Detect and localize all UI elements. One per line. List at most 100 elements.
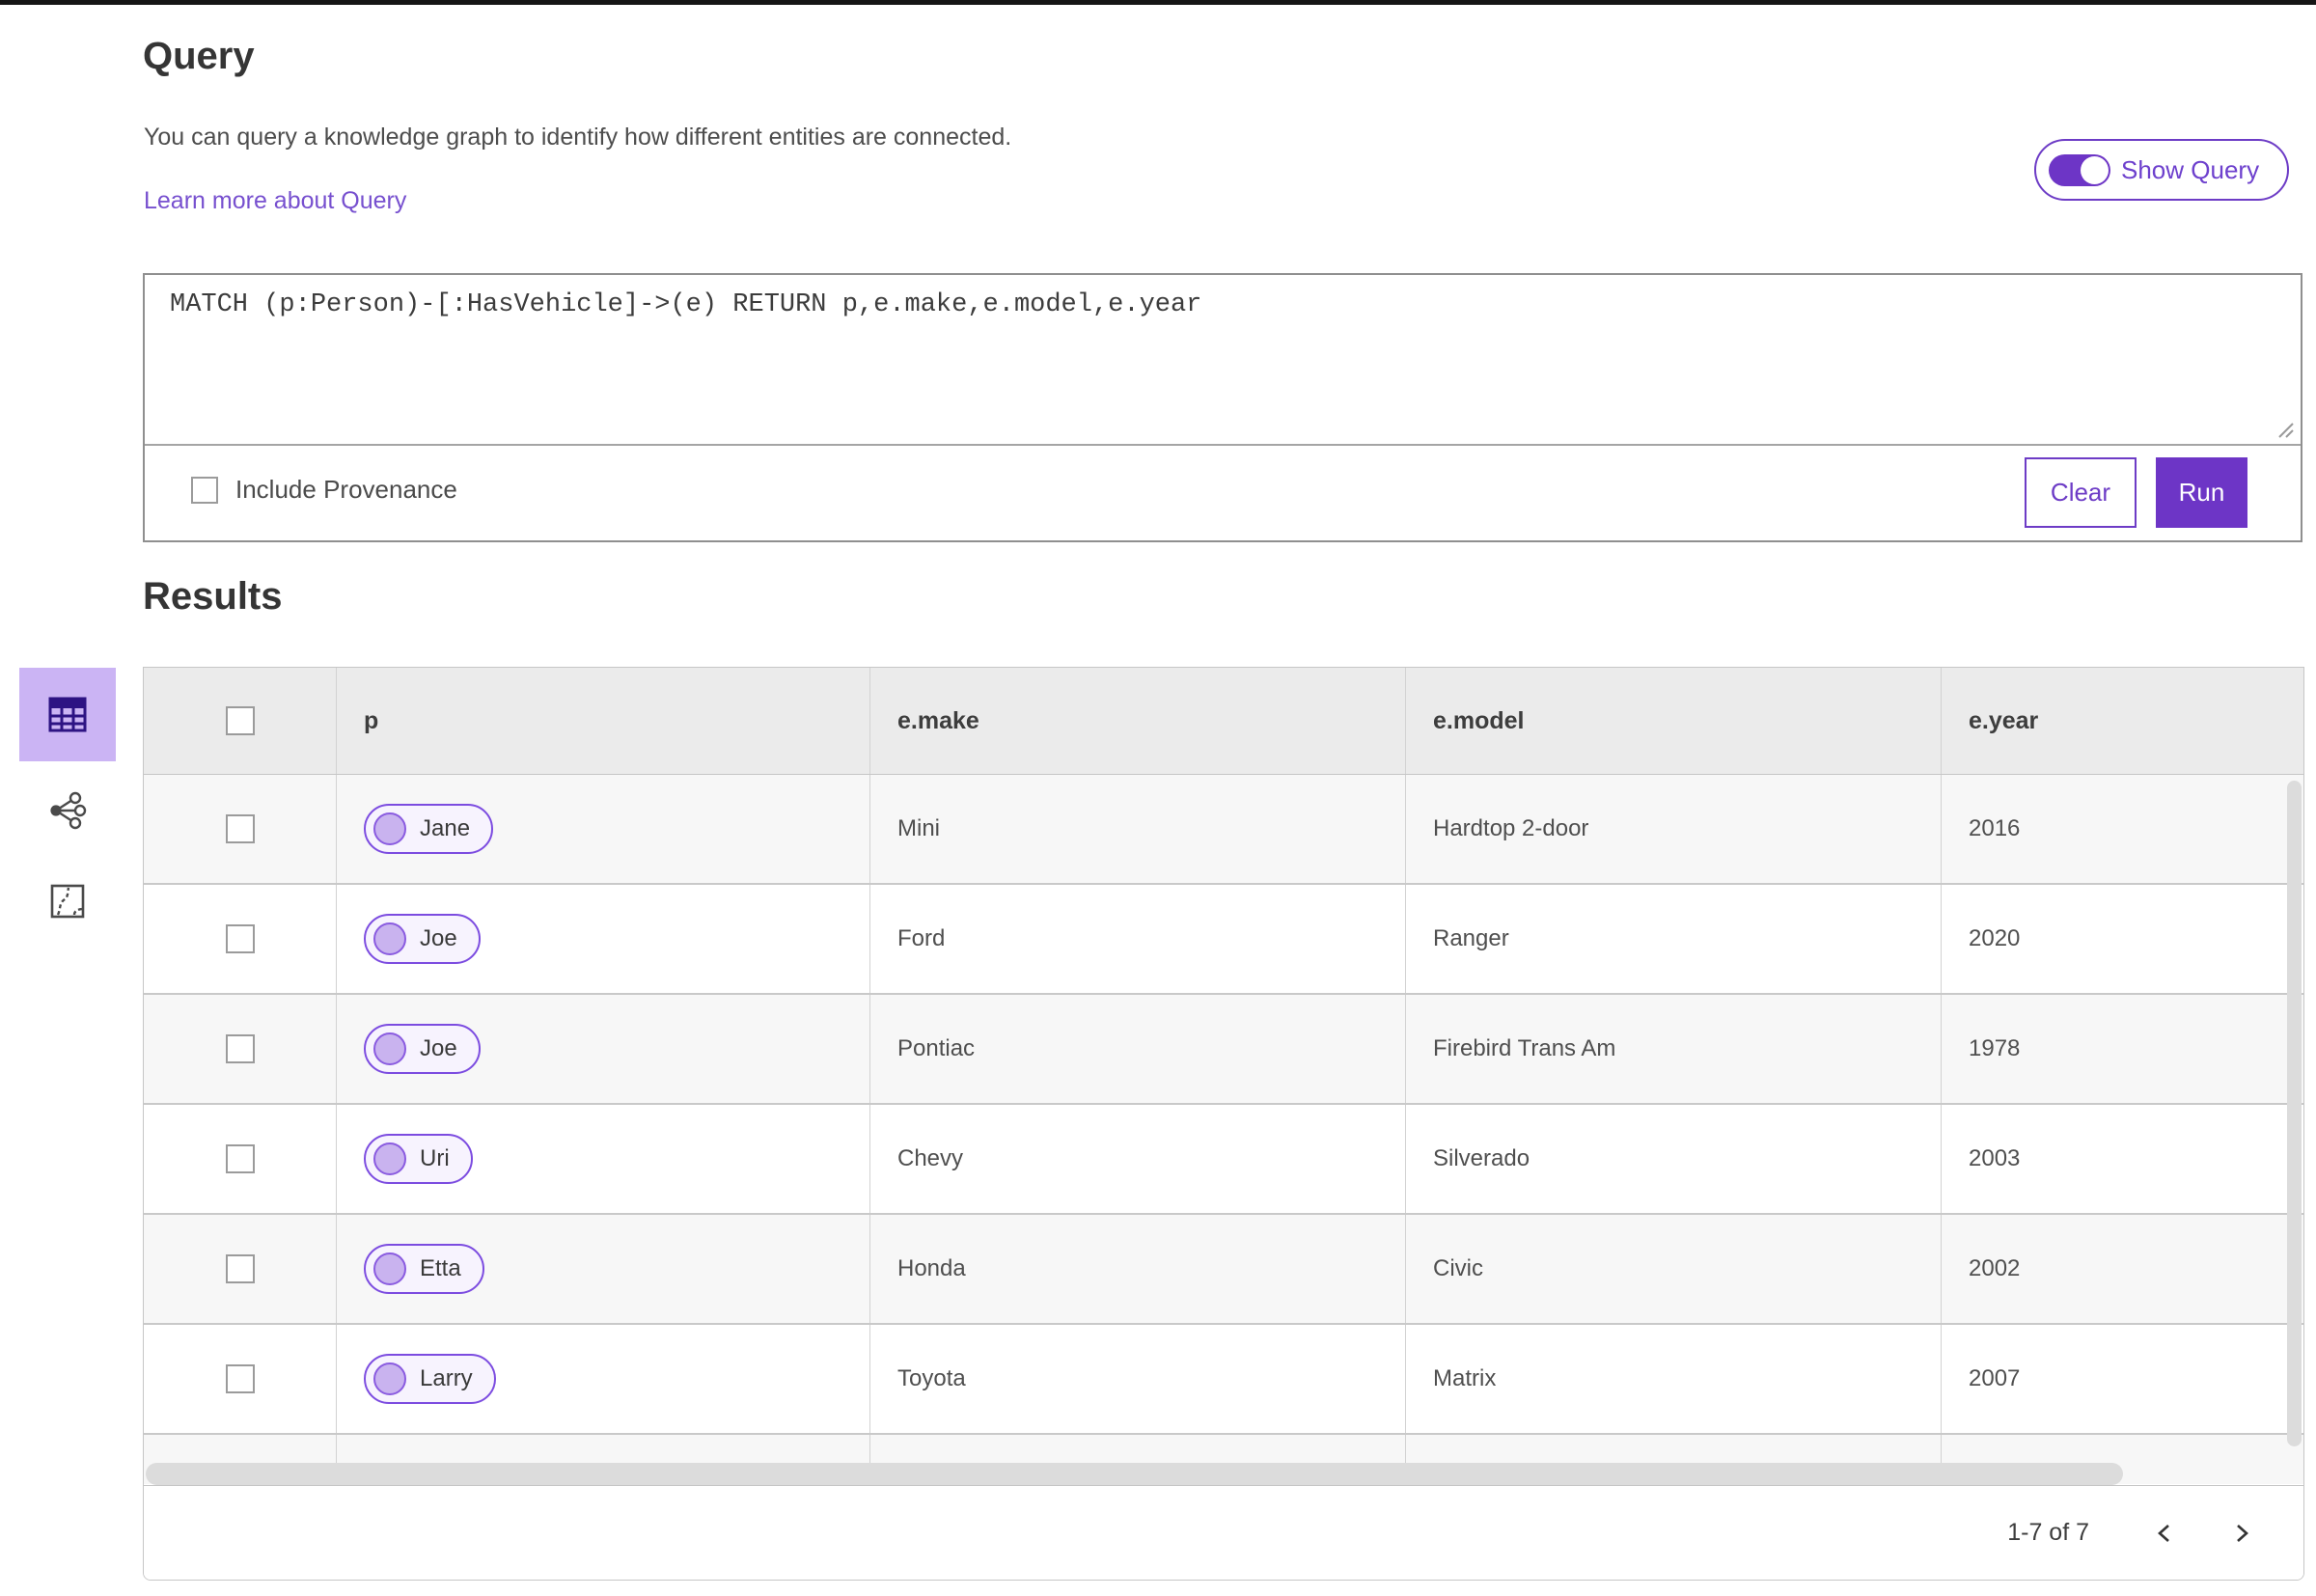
query-panel: MATCH (p:Person)-[:HasVehicle]->(e) RETU… (143, 273, 2302, 542)
cell-e-model: Hardtop 2-door (1405, 775, 1941, 883)
table-row: Larry Toyota Matrix 2007 (144, 1325, 2303, 1435)
row-select-cell (144, 775, 336, 883)
cell-p: Larry (336, 1325, 869, 1433)
map-view-button[interactable] (19, 867, 116, 936)
entity-pill[interactable]: Uri (364, 1134, 473, 1184)
entity-label: Uri (420, 1145, 450, 1171)
cell-e-year: 2007 (1941, 1325, 2303, 1433)
query-page: Query You can query a knowledge graph to… (0, 0, 2316, 1596)
entity-pill[interactable]: Etta (364, 1244, 484, 1294)
cell-e-make: Ford (869, 885, 1405, 993)
link-chart-view-button[interactable] (19, 776, 116, 845)
show-query-toggle[interactable]: Show Query (2034, 139, 2289, 201)
table-pagination-bar: 1-7 of 7 (144, 1485, 2303, 1580)
entity-node-icon (373, 812, 406, 845)
query-description: You can query a knowledge graph to ident… (144, 124, 1012, 151)
table-row: Jane Mini Hardtop 2-door 2016 (144, 775, 2303, 885)
column-header-p[interactable]: p (336, 668, 869, 774)
row-select-cell (144, 995, 336, 1103)
run-button[interactable]: Run (2156, 457, 2247, 528)
include-provenance-control: Include Provenance (191, 475, 457, 505)
row-checkbox[interactable] (226, 1254, 255, 1283)
table-row: Uri Chevy Silverado 2003 (144, 1105, 2303, 1215)
entity-node-icon (373, 922, 406, 955)
chevron-right-icon (2237, 1524, 2248, 1542)
table-view-button[interactable] (19, 668, 116, 761)
column-header-e-model[interactable]: e.model (1405, 668, 1941, 774)
cell-e-year: 2016 (1941, 775, 2303, 883)
cell-e-make: Mini (869, 775, 1405, 883)
row-select-cell (144, 1325, 336, 1433)
clear-button[interactable]: Clear (2025, 457, 2137, 528)
select-all-checkbox[interactable] (226, 706, 255, 735)
table-body: Jane Mini Hardtop 2-door 2016 Joe Ford R… (144, 775, 2303, 1484)
cell-p: Jane (336, 775, 869, 883)
cell-e-model: Civic (1405, 1215, 1941, 1323)
vertical-scrollbar-thumb[interactable] (2287, 781, 2302, 1446)
entity-pill[interactable]: Joe (364, 914, 481, 964)
toggle-switch-icon[interactable] (2049, 153, 2110, 186)
entity-label: Joe (420, 1035, 457, 1061)
entity-node-icon (373, 1252, 406, 1285)
cell-e-year: 2020 (1941, 885, 2303, 993)
query-input[interactable]: MATCH (p:Person)-[:HasVehicle]->(e) RETU… (145, 275, 2301, 335)
entity-pill[interactable]: Larry (364, 1354, 496, 1404)
horizontal-scrollbar-thumb[interactable] (146, 1463, 2123, 1485)
entity-node-icon (373, 1142, 406, 1175)
cell-e-make: Honda (869, 1215, 1405, 1323)
column-header-e-year[interactable]: e.year (1941, 668, 2303, 774)
pagination-prev-button[interactable] (2143, 1512, 2186, 1555)
table-row: Etta Honda Civic 2002 (144, 1215, 2303, 1325)
cell-e-make: Pontiac (869, 995, 1405, 1103)
cell-p: Joe (336, 885, 869, 993)
map-outline-icon (50, 884, 85, 919)
entity-pill[interactable]: Joe (364, 1024, 481, 1074)
include-provenance-checkbox[interactable] (191, 476, 218, 504)
cell-p: Joe (336, 995, 869, 1103)
entity-node-icon (373, 1032, 406, 1065)
pagination-range-label: 1-7 of 7 (2007, 1519, 2089, 1546)
table-row: Joe Pontiac Firebird Trans Am 1978 (144, 995, 2303, 1105)
cell-e-make: Chevy (869, 1105, 1405, 1213)
pagination-next-button[interactable] (2220, 1512, 2263, 1555)
table-row: Joe Ford Ranger 2020 (144, 885, 2303, 995)
row-checkbox[interactable] (226, 1144, 255, 1173)
cell-e-make: Toyota (869, 1325, 1405, 1433)
cell-e-model: Firebird Trans Am (1405, 995, 1941, 1103)
entity-label: Joe (420, 925, 457, 951)
cell-e-year: 1978 (1941, 995, 2303, 1103)
cell-e-model: Silverado (1405, 1105, 1941, 1213)
chevron-left-icon (2158, 1524, 2169, 1542)
select-all-cell (144, 668, 336, 774)
entity-label: Jane (420, 815, 471, 841)
link-chart-nodes-icon (50, 791, 87, 830)
cell-e-model: Ranger (1405, 885, 1941, 993)
row-checkbox[interactable] (226, 1034, 255, 1063)
cell-p: Etta (336, 1215, 869, 1323)
table-header-row: p e.make e.model e.year (144, 668, 2303, 775)
entity-label: Larry (420, 1365, 473, 1391)
row-select-cell (144, 885, 336, 993)
top-edge-bar (0, 0, 2316, 5)
include-provenance-label: Include Provenance (235, 475, 457, 504)
entity-node-icon (373, 1362, 406, 1395)
entity-pill[interactable]: Jane (364, 804, 494, 854)
row-checkbox[interactable] (226, 814, 255, 843)
row-checkbox[interactable] (226, 1364, 255, 1393)
learn-more-link[interactable]: Learn more about Query (144, 187, 406, 215)
results-title: Results (143, 575, 283, 618)
cell-e-model: Matrix (1405, 1325, 1941, 1433)
column-header-e-make[interactable]: e.make (869, 668, 1405, 774)
row-select-cell (144, 1105, 336, 1213)
row-checkbox[interactable] (226, 924, 255, 953)
resize-handle-icon[interactable] (2273, 417, 2296, 440)
row-select-cell (144, 1215, 336, 1323)
cell-e-year: 2003 (1941, 1105, 2303, 1213)
query-editor[interactable]: MATCH (p:Person)-[:HasVehicle]->(e) RETU… (145, 275, 2301, 446)
results-table-card: p e.make e.model e.year Jane Mini Hardto… (143, 667, 2304, 1581)
cell-p: Uri (336, 1105, 869, 1213)
entity-label: Etta (420, 1255, 461, 1281)
page-title: Query (143, 35, 255, 77)
cell-e-year: 2002 (1941, 1215, 2303, 1323)
show-query-label: Show Query (2121, 154, 2260, 184)
